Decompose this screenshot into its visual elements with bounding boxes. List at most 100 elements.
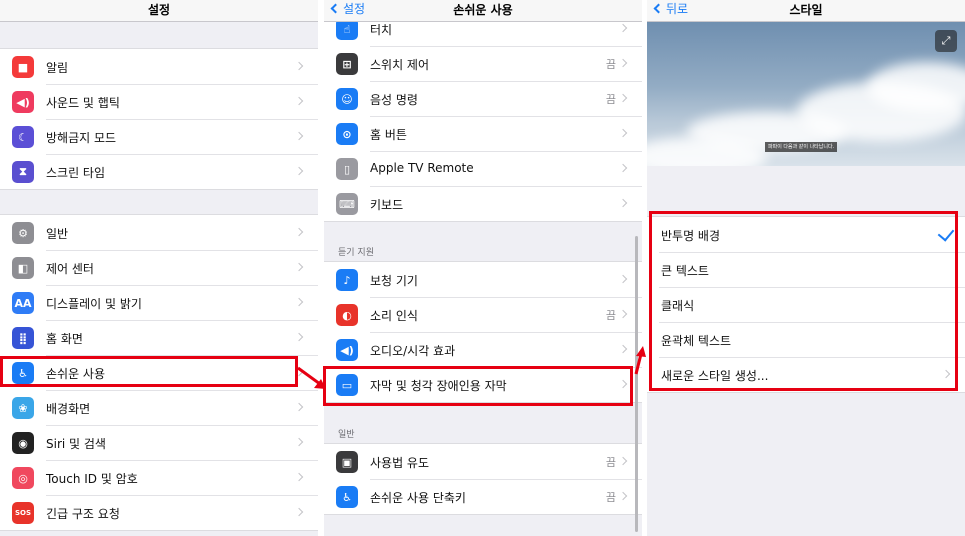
list-item[interactable]: ☺ 음성 명령 끔 [324,81,642,116]
list-item[interactable]: ■ 알림 [0,49,318,84]
chevron-right-icon [618,128,628,138]
list-item-label: 일반 [46,227,69,241]
keyboard-icon: ⌨ [336,193,358,215]
arrow-to-subtitles-icon [297,366,326,389]
accessibility-panel: ☝ 터치 ⊞ 스위치 제어 끔 ☺ 음성 명령 끔 ⊙ 홈 버튼 ▯ Apple TV Remote ⌨… [324,0,642,536]
list-item-label: 제어 센터 [46,262,94,276]
chevron-right-icon [294,402,304,412]
chevron-right-icon [618,344,628,354]
page-title: 손쉬운 사용 [453,3,513,17]
ear-icon: ♪ [336,269,358,291]
list-item[interactable]: 큰 텍스트 [647,252,965,287]
list-item-label: 사용법 유도 [370,456,430,470]
switch-control-icon: ⊞ [336,53,358,75]
home-button-icon: ⊙ [336,123,358,145]
list-item-label: 홈 화면 [46,332,83,346]
list-item[interactable]: ▭ 자막 및 청각 장애인용 자막 [324,367,642,402]
list-item[interactable]: ☾ 방해금지 모드 [0,119,318,154]
chevron-right-icon [294,262,304,272]
list-item-label: 홈 버튼 [370,128,407,142]
list-item[interactable]: ◀) 오디오/시각 효과 [324,332,642,367]
list-item[interactable]: ◎ Touch ID 및 암호 [0,460,318,495]
chevron-right-icon [294,96,304,106]
chevron-right-icon [618,93,628,103]
list-item[interactable]: ▯ Apple TV Remote [324,151,642,186]
scrollbar[interactable] [635,236,638,532]
chevron-right-icon [294,472,304,482]
list-item[interactable]: SOS 긴급 구조 요청 [0,495,318,530]
captions-icon: ▭ [336,374,358,396]
list-item-label: 터치 [370,23,393,37]
chevron-right-icon [294,507,304,517]
siri-icon: ◉ [12,432,34,454]
notifications-icon: ■ [12,56,34,78]
caption-preview: ⤢ 파파이 다음과 같이 나타납니다. [647,22,965,166]
caption-style-panel: 뒤로 스타일 ⤢ 파파이 다음과 같이 나타납니다. 반투명 배경 큰 텍스트 클래… [647,0,965,536]
list-item[interactable]: ◀) 사운드 및 햅틱 [0,84,318,119]
expand-icon[interactable]: ⤢ [935,30,957,52]
list-item-label: 큰 텍스트 [661,264,709,278]
list-item[interactable]: 반투명 배경 [647,217,965,252]
checkmark-icon [937,224,955,242]
list-item[interactable]: ◐ 소리 인식 끔 [324,297,642,332]
status-value: 끔 [605,491,616,504]
chevron-right-icon [618,163,628,173]
voice-control-icon: ☺ [336,88,358,110]
settings-group-2: ⚙ 일반 ◧ 제어 센터 AA 디스플레이 및 밝기 ⣿ 홈 화면 ♿ 손쉬운 사용 ❀ 배경화면 ◉ S… [0,214,318,531]
list-item-label: 음성 명령 [370,93,418,107]
sounds-icon: ◀) [12,91,34,113]
list-item[interactable]: ◉ Siri 및 검색 [0,425,318,460]
fingerprint-icon: ◎ [12,467,34,489]
display-icon: AA [12,292,34,314]
list-item[interactable]: ⚙ 일반 [0,215,318,250]
list-item[interactable]: AA 디스플레이 및 밝기 [0,285,318,320]
list-item[interactable]: ♿ 손쉬운 사용 [0,355,318,390]
list-item[interactable]: ◧ 제어 센터 [0,250,318,285]
accessibility-group-general: ▣ 사용법 유도끔 ♿ 손쉬운 사용 단축키 끔 [324,443,642,515]
list-item[interactable]: ⧗ 스크린 타임 [0,154,318,189]
list-item-label: 사운드 및 햅틱 [46,96,120,110]
hourglass-icon: ⧗ [12,161,34,183]
list-item-label: 클래식 [661,299,695,313]
list-item[interactable]: 윤곽체 텍스트 [647,322,965,357]
chevron-right-icon [294,131,304,141]
chevron-right-icon [294,332,304,342]
list-item[interactable]: ⊞ 스위치 제어 끔 [324,46,642,81]
sound-recognition-icon: ◐ [336,304,358,326]
guided-access-icon: ▣ [336,451,358,473]
status-value: 끔 [605,58,616,71]
chevron-right-icon [294,297,304,307]
list-item[interactable]: ⣿ 홈 화면 [0,320,318,355]
section-header-general: 일반 [338,430,355,440]
list-item[interactable]: ❀ 배경화면 [0,390,318,425]
list-item-label: 배경화면 [46,402,91,416]
list-item-label: 자막 및 청각 장애인용 자막 [370,379,507,393]
chevron-right-icon [294,166,304,176]
list-item[interactable]: ⊙ 홈 버튼 [324,116,642,151]
list-item[interactable]: ♪ 보청 기기 [324,262,642,297]
accessibility-navbar: 설정 손쉬운 사용 [324,0,642,22]
list-item[interactable]: ⌨ 키보드 [324,186,642,221]
status-value: 끔 [605,93,616,106]
gear-icon: ⚙ [12,222,34,244]
chevron-right-icon [294,227,304,237]
list-item-label: Apple TV Remote [370,161,474,175]
list-item-label: 윤곽체 텍스트 [661,334,732,348]
list-item[interactable]: 클래식 [647,287,965,322]
control-center-icon: ◧ [12,257,34,279]
settings-panel: 설정 ■ 알림 ◀) 사운드 및 햅틱 ☾ 방해금지 모드 ⧗ 스크린 타임 ⚙ 일반 ◧ 제어 센… [0,0,318,536]
chevron-right-icon [618,309,628,319]
list-item[interactable]: 새로운 스타일 생성... [647,357,965,392]
chevron-right-icon [618,491,628,501]
style-options-group: 반투명 배경큰 텍스트클래식윤곽체 텍스트새로운 스타일 생성... [647,216,965,393]
accessibility-group-physical: ☝ 터치 ⊞ 스위치 제어 끔 ☺ 음성 명령 끔 ⊙ 홈 버튼 ▯ Apple TV Remote ⌨… [324,10,642,222]
page-title: 설정 [147,3,171,17]
chevron-right-icon [618,379,628,389]
chevron-right-icon [618,274,628,284]
list-item[interactable]: ♿ 손쉬운 사용 단축키 끔 [324,479,642,514]
list-item-label: 새로운 스타일 생성... [661,369,769,383]
wallpaper-icon: ❀ [12,397,34,419]
remote-icon: ▯ [336,158,358,180]
list-item[interactable]: ▣ 사용법 유도 끔 [324,444,642,479]
chevron-right-icon [941,369,951,379]
